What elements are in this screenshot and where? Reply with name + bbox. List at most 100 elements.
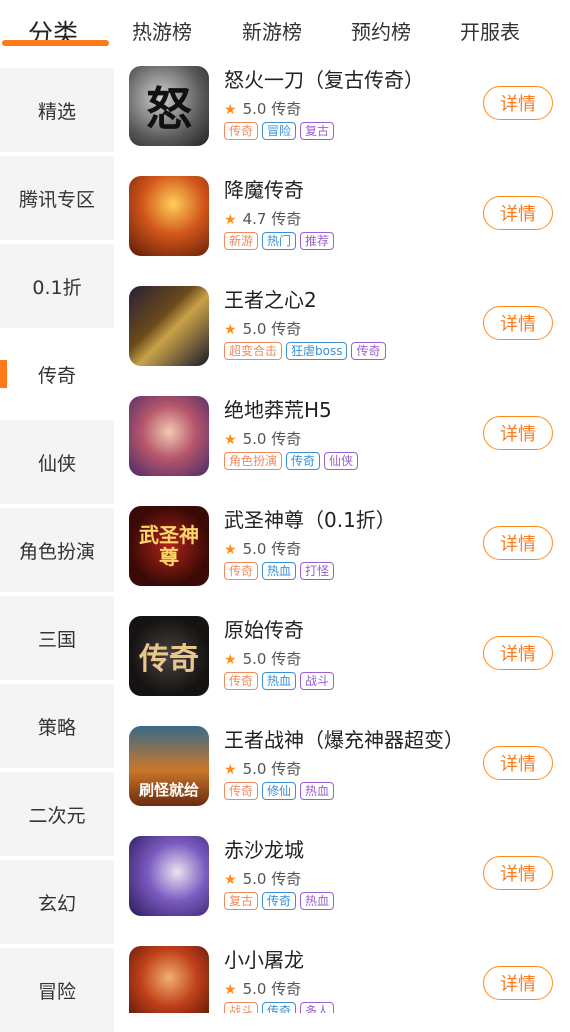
tag: 修仙	[262, 782, 297, 800]
tag: 传奇	[224, 562, 259, 580]
sidebar-item-strategy[interactable]: 策略	[0, 684, 114, 768]
tag: 热血	[300, 782, 335, 800]
sidebar-item-anime[interactable]: 二次元	[0, 772, 114, 856]
tab-new-games[interactable]: 新游榜	[242, 16, 302, 45]
tag: 传奇	[224, 672, 259, 690]
detail-button[interactable]: 详情	[483, 196, 553, 230]
sidebar-item-tencent[interactable]: 腾讯专区	[0, 156, 114, 240]
tab-server-schedule[interactable]: 开服表	[460, 16, 520, 45]
game-name: 王者之心2	[224, 288, 317, 312]
tag-list: 超变合击 狂虐boss 传奇	[224, 342, 386, 360]
top-tab-bar: 分类 热游榜 新游榜 预约榜 开服表	[0, 0, 570, 62]
white-tiger-icon	[129, 836, 209, 916]
game-row[interactable]: 降魔传奇 ★ 4.7 传奇 新游 热门 推荐 详情	[114, 172, 570, 282]
game-row[interactable]: 武圣神尊 武圣神尊（0.1折） ★ 5.0 传奇 传奇 热血 打怪 详情	[114, 502, 570, 612]
star-icon: ★	[224, 102, 237, 118]
sidebar-item-adventure[interactable]: 冒险	[0, 948, 114, 1032]
game-row[interactable]: 传奇 原始传奇 ★ 5.0 传奇 传奇 热血 战斗 详情	[114, 612, 570, 722]
tag: 传奇	[351, 342, 386, 360]
tab-reservations[interactable]: 预约榜	[351, 16, 411, 45]
game-rating: ★ 5.0 传奇	[224, 980, 302, 998]
tag: 冒险	[262, 122, 297, 140]
tag-list: 传奇 热血 打怪	[224, 562, 335, 580]
game-name: 怒火一刀（复古传奇）	[224, 68, 424, 92]
game-row[interactable]: 绝地莽荒H5 ★ 5.0 传奇 角色扮演 传奇 仙侠 详情	[114, 392, 570, 502]
sidebar-item-discount[interactable]: 0.1折	[0, 244, 114, 328]
tag-list: 传奇 冒险 复古	[224, 122, 335, 140]
game-rating: ★ 5.0 传奇	[224, 760, 302, 778]
tag: 战斗	[224, 1002, 259, 1013]
battle-scene-icon: 刷怪就给	[129, 726, 209, 806]
tag: 推荐	[300, 232, 335, 250]
tag: 传奇	[224, 122, 259, 140]
sidebar-item-rpg[interactable]: 角色扮演	[0, 508, 114, 592]
tag-list: 新游 热门 推荐	[224, 232, 335, 250]
active-sidebar-marker	[0, 360, 7, 388]
tag: 传奇	[262, 892, 297, 910]
tag: 战斗	[300, 672, 335, 690]
star-icon: ★	[224, 872, 237, 888]
game-list: 怒 怒火一刀（复古传奇） ★ 5.0 传奇 传奇 冒险 复古 详情 降魔传奇 ★ 4…	[114, 62, 570, 1013]
game-name: 武圣神尊（0.1折）	[224, 508, 396, 532]
tag-list: 角色扮演 传奇 仙侠	[224, 452, 359, 470]
game-row[interactable]: 王者之心2 ★ 5.0 传奇 超变合击 狂虐boss 传奇 详情	[114, 282, 570, 392]
category-sidebar: 精选 腾讯专区 0.1折 传奇 仙侠 角色扮演 三国 策略 二次元 玄幻 冒险	[0, 62, 114, 1032]
tab-hot-games[interactable]: 热游榜	[132, 16, 192, 45]
game-rating: ★ 5.0 传奇	[224, 100, 302, 118]
game-rating: ★ 5.0 传奇	[224, 430, 302, 448]
dragon-warrior-icon	[129, 176, 209, 256]
star-icon: ★	[224, 652, 237, 668]
game-row[interactable]: 刷怪就给 王者战神（爆充神器超变） ★ 5.0 传奇 传奇 修仙 热血 详情	[114, 722, 570, 832]
sidebar-item-fantasy[interactable]: 玄幻	[0, 860, 114, 944]
game-row[interactable]: 赤沙龙城 ★ 5.0 传奇 复古 传奇 热血 详情	[114, 832, 570, 942]
star-icon: ★	[224, 542, 237, 558]
tag: 传奇	[224, 782, 259, 800]
tag: 打怪	[300, 562, 335, 580]
game-row[interactable]: 怒 怒火一刀（复古传奇） ★ 5.0 传奇 传奇 冒险 复古 详情	[114, 62, 570, 172]
tag: 仙侠	[324, 452, 359, 470]
tag: 复古	[224, 892, 259, 910]
detail-button[interactable]: 详情	[483, 966, 553, 1000]
tag: 新游	[224, 232, 259, 250]
game-name: 降魔传奇	[224, 178, 304, 202]
star-icon: ★	[224, 212, 237, 228]
tag: 超变合击	[224, 342, 283, 360]
detail-button[interactable]: 详情	[483, 86, 553, 120]
game-rating: ★ 5.0 传奇	[224, 320, 302, 338]
detail-button[interactable]: 详情	[483, 746, 553, 780]
tag: 多人	[300, 1002, 335, 1013]
tag: 热门	[262, 232, 297, 250]
tag-list: 战斗 传奇 多人	[224, 1002, 335, 1013]
game-row[interactable]: 小小屠龙 ★ 5.0 传奇 战斗 传奇 多人 详情	[114, 942, 570, 1013]
sidebar-item-featured[interactable]: 精选	[0, 68, 114, 152]
sidebar-item-legend[interactable]: 传奇	[0, 332, 114, 416]
detail-button[interactable]: 详情	[483, 416, 553, 450]
game-name: 赤沙龙城	[224, 838, 304, 862]
tag: 传奇	[286, 452, 321, 470]
detail-button[interactable]: 详情	[483, 526, 553, 560]
game-name: 王者战神（爆充神器超变）	[224, 728, 464, 752]
tag-list: 传奇 修仙 热血	[224, 782, 335, 800]
golden-sword-icon	[129, 286, 209, 366]
tag: 角色扮演	[224, 452, 283, 470]
star-icon: ★	[224, 762, 237, 778]
sidebar-item-three-kingdoms[interactable]: 三国	[0, 596, 114, 680]
detail-button[interactable]: 详情	[483, 856, 553, 890]
tag: 狂虐boss	[286, 342, 348, 360]
heroine-portrait-icon	[129, 396, 209, 476]
game-rating: ★ 5.0 传奇	[224, 870, 302, 888]
game-name: 绝地莽荒H5	[224, 398, 332, 422]
star-icon: ★	[224, 322, 237, 338]
tag: 复古	[300, 122, 335, 140]
detail-button[interactable]: 详情	[483, 636, 553, 670]
game-name: 原始传奇	[224, 618, 304, 642]
wusheng-logo-icon: 武圣神尊	[129, 506, 209, 586]
game-name: 小小屠龙	[224, 948, 304, 972]
tag-list: 传奇 热血 战斗	[224, 672, 335, 690]
tag: 热血	[262, 672, 297, 690]
sidebar-item-xianxia[interactable]: 仙侠	[0, 420, 114, 504]
game-rating: ★ 5.0 传奇	[224, 650, 302, 668]
star-icon: ★	[224, 982, 237, 998]
detail-button[interactable]: 详情	[483, 306, 553, 340]
active-tab-underline	[2, 40, 109, 46]
